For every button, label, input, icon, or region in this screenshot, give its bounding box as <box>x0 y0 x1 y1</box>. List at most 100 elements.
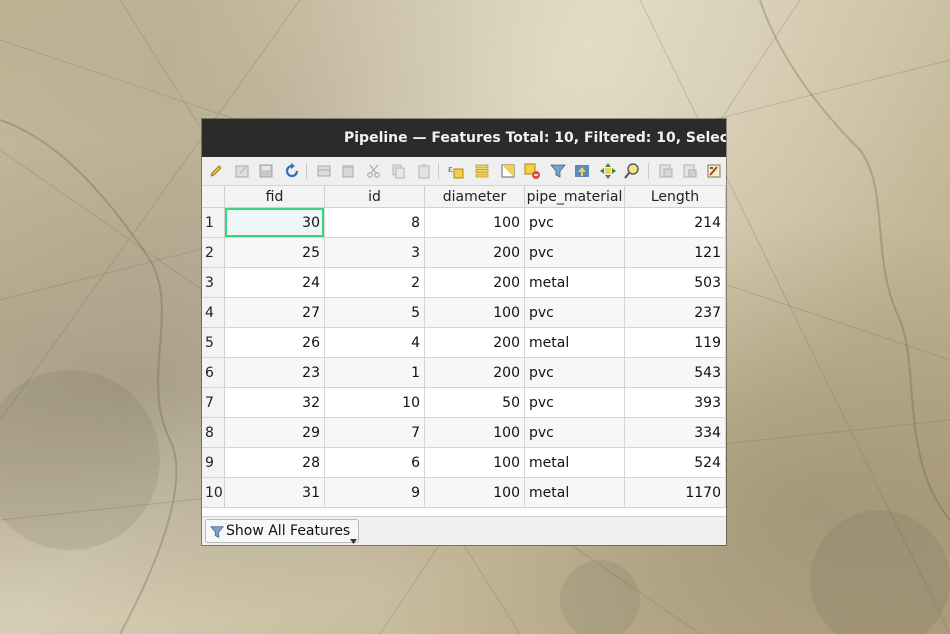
table-cell-diameter[interactable]: 50 <box>425 388 525 418</box>
table-cell-pipe_material[interactable]: metal <box>525 448 625 478</box>
table-cell-pipe_material[interactable]: metal <box>525 328 625 358</box>
table-cell-diameter[interactable]: 100 <box>425 208 525 238</box>
delete-feature-icon[interactable] <box>338 161 358 181</box>
table-cell-id[interactable]: 8 <box>325 208 425 238</box>
table-cell-id[interactable]: 4 <box>325 328 425 358</box>
table-row[interactable]: 31 9 100 metal 1170 <box>225 478 726 508</box>
table-cell-pipe_material[interactable]: pvc <box>525 358 625 388</box>
table-row[interactable]: 27 5 100 pvc 237 <box>225 298 726 328</box>
zoom-to-selection-icon[interactable] <box>622 161 642 181</box>
table-cell-diameter[interactable]: 100 <box>425 418 525 448</box>
row-header[interactable]: 4 <box>202 298 225 328</box>
window-titlebar[interactable]: Pipeline — Features Total: 10, Filtered:… <box>202 119 726 157</box>
table-cell-length[interactable]: 503 <box>625 268 726 298</box>
column-header-length[interactable]: Length <box>625 186 726 208</box>
column-header-fid[interactable]: fid <box>225 186 325 208</box>
table-cell-length[interactable]: 214 <box>625 208 726 238</box>
column-header-id[interactable]: id <box>325 186 425 208</box>
show-all-features-button[interactable]: Show All Features <box>205 519 359 545</box>
table-cell-length[interactable]: 334 <box>625 418 726 448</box>
table-cell-fid[interactable]: 24 <box>225 268 325 298</box>
column-header-diameter[interactable]: diameter <box>425 186 525 208</box>
table-row[interactable]: 28 6 100 metal 524 <box>225 448 726 478</box>
table-cell-id[interactable]: 5 <box>325 298 425 328</box>
column-header-pipe_material[interactable]: pipe_material <box>525 186 625 208</box>
table-cell-diameter[interactable]: 200 <box>425 328 525 358</box>
table-cell-pipe_material[interactable]: pvc <box>525 298 625 328</box>
row-header[interactable]: 2 <box>202 238 225 268</box>
table-cell-fid[interactable]: 26 <box>225 328 325 358</box>
table-cell-fid[interactable]: 28 <box>225 448 325 478</box>
table-cell-id[interactable]: 3 <box>325 238 425 268</box>
table-cell-fid[interactable]: 31 <box>225 478 325 508</box>
pan-to-selection-icon[interactable] <box>598 161 618 181</box>
row-header[interactable]: 1 <box>202 208 225 238</box>
table-row[interactable]: 29 7 100 pvc 334 <box>225 418 726 448</box>
invert-selection-icon[interactable] <box>498 161 518 181</box>
table-cell-fid[interactable]: 29 <box>225 418 325 448</box>
table-cell-length[interactable]: 524 <box>625 448 726 478</box>
row-header[interactable]: 6 <box>202 358 225 388</box>
cut-icon[interactable] <box>364 161 384 181</box>
table-cell-fid[interactable]: 25 <box>225 238 325 268</box>
table-row[interactable]: 24 2 200 metal 503 <box>225 268 726 298</box>
table-cell-id[interactable]: 7 <box>325 418 425 448</box>
table-cell-id[interactable]: 1 <box>325 358 425 388</box>
table-row[interactable]: 26 4 200 metal 119 <box>225 328 726 358</box>
row-header[interactable]: 5 <box>202 328 225 358</box>
add-feature-icon[interactable] <box>314 161 334 181</box>
table-cell-pipe_material[interactable]: pvc <box>525 418 625 448</box>
select-all-icon[interactable] <box>472 161 492 181</box>
row-header[interactable]: 7 <box>202 388 225 418</box>
table-cell-id[interactable]: 2 <box>325 268 425 298</box>
table-cell-id[interactable]: 6 <box>325 448 425 478</box>
row-header[interactable]: 8 <box>202 418 225 448</box>
table-cell-fid[interactable]: 32 <box>225 388 325 418</box>
table-cell-pipe_material[interactable]: metal <box>525 478 625 508</box>
table-cell-length[interactable]: 1170 <box>625 478 726 508</box>
table-cell-diameter[interactable]: 100 <box>425 298 525 328</box>
table-cell-id[interactable]: 9 <box>325 478 425 508</box>
table-cell-fid[interactable]: 30 <box>225 208 325 238</box>
copy-icon[interactable] <box>388 161 408 181</box>
table-cell-length[interactable]: 237 <box>625 298 726 328</box>
table-cell-pipe_material[interactable]: pvc <box>525 388 625 418</box>
table-cell-diameter[interactable]: 100 <box>425 478 525 508</box>
table-cell-diameter[interactable]: 200 <box>425 268 525 298</box>
table-row[interactable]: 32 10 50 pvc 393 <box>225 388 726 418</box>
move-selection-to-top-icon[interactable] <box>572 161 592 181</box>
row-header[interactable]: 9 <box>202 448 225 478</box>
reload-icon[interactable] <box>282 161 302 181</box>
table-cell-id[interactable]: 10 <box>325 388 425 418</box>
table-cell-pipe_material[interactable]: pvc <box>525 238 625 268</box>
row-header[interactable]: 3 <box>202 268 225 298</box>
delete-field-icon[interactable] <box>680 161 700 181</box>
select-by-expression-icon[interactable]: ε <box>446 161 466 181</box>
table-row[interactable]: 23 1 200 pvc 543 <box>225 358 726 388</box>
new-field-icon[interactable] <box>656 161 676 181</box>
table-cell-fid[interactable]: 23 <box>225 358 325 388</box>
table-cell-fid[interactable]: 27 <box>225 298 325 328</box>
bottom-bar: Show All Features <box>202 516 726 545</box>
save-edits-icon[interactable] <box>256 161 276 181</box>
paste-icon[interactable] <box>414 161 434 181</box>
table-cell-length[interactable]: 543 <box>625 358 726 388</box>
table-cell-pipe_material[interactable]: pvc <box>525 208 625 238</box>
table-cell-length[interactable]: 393 <box>625 388 726 418</box>
table-cell-length[interactable]: 119 <box>625 328 726 358</box>
table-row[interactable]: 25 3 200 pvc 121 <box>225 238 726 268</box>
table-cell-diameter[interactable]: 100 <box>425 448 525 478</box>
table-cell-diameter[interactable]: 200 <box>425 238 525 268</box>
deselect-all-icon[interactable] <box>522 161 542 181</box>
row-header[interactable]: 10 <box>202 478 225 508</box>
table-cell-diameter[interactable]: 200 <box>425 358 525 388</box>
table-row[interactable]: 30 8 100 pvc 214 <box>225 208 726 238</box>
multi-edit-icon[interactable] <box>232 161 252 181</box>
filter-selection-icon[interactable] <box>548 161 568 181</box>
dropdown-arrow-icon <box>350 529 357 545</box>
table-cell-length[interactable]: 121 <box>625 238 726 268</box>
table-corner[interactable] <box>202 186 225 208</box>
field-calculator-icon[interactable] <box>704 161 724 181</box>
toggle-editing-icon[interactable] <box>206 161 226 181</box>
table-cell-pipe_material[interactable]: metal <box>525 268 625 298</box>
